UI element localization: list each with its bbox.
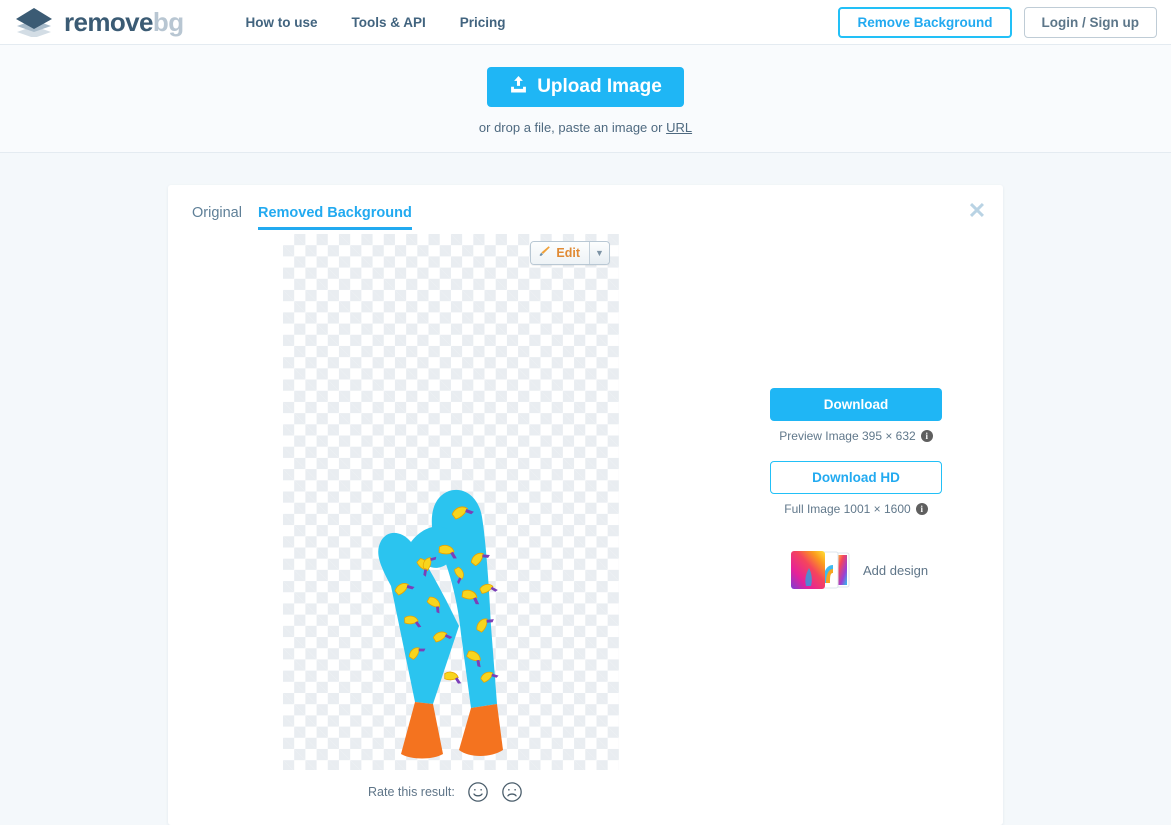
rate-result-label: Rate this result: xyxy=(368,785,455,799)
preview-size-note: Preview Image 395 × 632 i xyxy=(770,429,942,443)
remove-background-button[interactable]: Remove Background xyxy=(838,7,1012,38)
result-card: Original Removed Background ✕ Edit ▼ Dow… xyxy=(168,185,1003,825)
login-signup-button[interactable]: Login / Sign up xyxy=(1023,7,1157,38)
download-button[interactable]: Download xyxy=(770,388,942,421)
upload-image-button-label: Upload Image xyxy=(537,76,662,97)
layers-diamond-icon xyxy=(14,7,54,37)
edit-button[interactable]: Edit xyxy=(531,242,589,264)
preview-size-text: Preview Image 395 × 632 xyxy=(779,429,916,443)
brush-icon xyxy=(538,245,551,261)
chevron-down-icon[interactable]: ▼ xyxy=(589,242,609,264)
tab-original[interactable]: Original xyxy=(192,205,242,230)
site-header: removebg How to use Tools & API Pricing … xyxy=(0,0,1171,45)
close-icon[interactable]: ✕ xyxy=(965,199,989,223)
logo-text-remove: remove xyxy=(64,7,154,37)
add-design-label: Add design xyxy=(863,562,929,578)
edit-button-group[interactable]: Edit ▼ xyxy=(530,241,610,265)
info-icon-preview[interactable]: i xyxy=(920,430,933,442)
nav-how-to-use[interactable]: How to use xyxy=(228,15,334,30)
tab-removed-background[interactable]: Removed Background xyxy=(257,205,412,230)
upload-hint: or drop a file, paste an image or URL xyxy=(479,120,692,135)
logo-text-bg: bg xyxy=(152,7,184,37)
logo[interactable]: removebg xyxy=(14,7,184,37)
upload-image-button[interactable]: Upload Image xyxy=(487,67,684,107)
header-actions: Remove Background Login / Sign up xyxy=(838,7,1157,38)
design-thumbnails-icon xyxy=(790,550,852,590)
edit-button-label: Edit xyxy=(556,246,580,260)
download-panel: Download Preview Image 395 × 632 i Downl… xyxy=(770,388,942,590)
result-tabs: Original Removed Background xyxy=(192,205,412,230)
full-size-text: Full Image 1001 × 1600 xyxy=(784,502,911,516)
socks-image xyxy=(378,489,503,759)
smiley-face-icon[interactable] xyxy=(467,781,489,803)
rate-result-row: Rate this result: xyxy=(368,781,523,803)
nav-pricing[interactable]: Pricing xyxy=(443,15,523,30)
full-size-note: Full Image 1001 × 1600 i xyxy=(770,502,942,516)
add-design-button[interactable]: Add design xyxy=(770,550,942,590)
nav-tools-api[interactable]: Tools & API xyxy=(335,15,443,30)
download-hd-button[interactable]: Download HD xyxy=(770,461,942,494)
main-nav: How to use Tools & API Pricing xyxy=(228,15,522,30)
upload-icon xyxy=(509,75,528,100)
upload-hint-text: or drop a file, paste an image or xyxy=(478,120,667,135)
upload-url-link[interactable]: URL xyxy=(666,120,692,135)
image-canvas[interactable]: Edit ▼ xyxy=(283,234,619,770)
logo-text: removebg xyxy=(64,7,184,37)
info-icon-full[interactable]: i xyxy=(915,503,928,515)
upload-bar: Upload Image or drop a file, paste an im… xyxy=(0,45,1171,153)
frowny-face-icon[interactable] xyxy=(501,781,523,803)
